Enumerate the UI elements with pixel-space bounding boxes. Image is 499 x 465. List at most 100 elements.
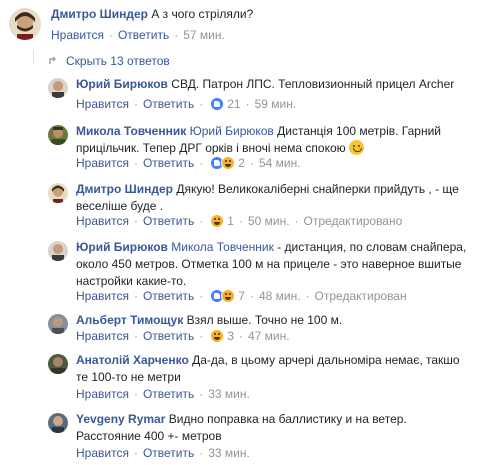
reply-button[interactable]: Ответить bbox=[143, 329, 194, 343]
top-comment: Дмитро Шиндер А з чого стріляли? Нравитс… bbox=[0, 6, 499, 50]
separator: · bbox=[133, 446, 138, 460]
comment-message: А з чого стріляли? bbox=[151, 7, 254, 21]
comment-message: Дистанція 100 метрів. Гарний bbox=[277, 124, 441, 138]
like-button[interactable]: Нравится bbox=[76, 387, 129, 401]
comment-author[interactable]: Юрий Бирюков bbox=[76, 77, 168, 91]
like-button[interactable]: Нравится bbox=[76, 97, 129, 111]
comment-line: Анатолій Харченко Да-да, в цьому арчері … bbox=[76, 352, 460, 369]
like-button[interactable]: Нравится bbox=[76, 446, 129, 460]
edited-label[interactable]: Отредактировано bbox=[304, 214, 403, 228]
comment-author[interactable]: Микола Товченник bbox=[76, 124, 186, 138]
comment-author[interactable]: Yevgeny Rymar bbox=[76, 412, 165, 426]
avatar[interactable] bbox=[48, 241, 68, 261]
comment-message: - дистанция, по словам снайпера, bbox=[277, 240, 467, 254]
like-button[interactable]: Нравится bbox=[51, 28, 104, 42]
comment-line: Дмитро Шиндер Дякую! Великокаліберні сна… bbox=[76, 181, 459, 198]
reactions-summary[interactable]: 2 bbox=[210, 156, 245, 170]
comment-author[interactable]: Дмитро Шиндер bbox=[76, 182, 173, 196]
collapse-arrow-icon bbox=[49, 56, 56, 64]
haha-reaction-icon bbox=[221, 156, 236, 170]
separator: · bbox=[294, 214, 299, 228]
comment-actions: Нравится · Ответить · 21 · 59 мин. bbox=[76, 96, 296, 112]
hide-replies-toggle[interactable]: Скрыть 13 ответов bbox=[48, 54, 170, 68]
separator: · bbox=[238, 329, 243, 343]
comment-author[interactable]: Анатолій Харченко bbox=[76, 353, 189, 367]
edited-label[interactable]: Отредактирован bbox=[315, 289, 407, 303]
comment-line: Расстояние 400 +- метров bbox=[76, 428, 407, 445]
avatar-image bbox=[48, 78, 68, 98]
reactions-summary[interactable]: 1 bbox=[210, 214, 234, 228]
comment-message: веселіше буде . bbox=[76, 199, 164, 213]
reply-button[interactable]: Ответить bbox=[118, 28, 169, 42]
comment-line: около 450 метров. Отметка 100 м на прице… bbox=[76, 256, 466, 273]
reactions-summary[interactable]: 3 bbox=[210, 329, 234, 343]
comment-message: Дякую! Великокаліберні снайперки прийдут… bbox=[176, 182, 459, 196]
reply-button[interactable]: Ответить bbox=[143, 387, 194, 401]
separator: · bbox=[305, 289, 310, 303]
comment-line: Микола Товченник Юрий Бирюков Дистанція … bbox=[76, 123, 441, 140]
reactions-summary[interactable]: 21 bbox=[210, 97, 241, 111]
reply-button[interactable]: Ответить bbox=[143, 214, 194, 228]
separator: · bbox=[199, 329, 204, 343]
avatar[interactable] bbox=[48, 354, 68, 374]
comment-text: Анатолій Харченко Да-да, в цьому арчері … bbox=[76, 352, 460, 386]
avatar-image bbox=[48, 241, 68, 261]
reply-button[interactable]: Ответить bbox=[143, 156, 194, 170]
avatar[interactable] bbox=[48, 125, 68, 145]
comment-time[interactable]: 48 мин. bbox=[259, 289, 301, 303]
mention-link[interactable]: Микола Товченник bbox=[171, 240, 274, 254]
separator: · bbox=[238, 214, 243, 228]
avatar[interactable] bbox=[48, 314, 68, 334]
mention-link[interactable]: Юрий Бирюков bbox=[190, 124, 274, 138]
comment-message: Видно поправка на баллистику и на ветер. bbox=[168, 412, 407, 426]
like-button[interactable]: Нравится bbox=[76, 329, 129, 343]
like-reaction-icon bbox=[210, 97, 225, 111]
reply-button[interactable]: Ответить bbox=[143, 97, 194, 111]
comment-author[interactable]: Альберт Тимощук bbox=[76, 313, 183, 327]
comment-text: Альберт Тимощук Взял выше. Точно не 100 … bbox=[76, 312, 342, 329]
hide-replies-label[interactable]: Скрыть 13 ответов bbox=[66, 54, 170, 68]
avatar[interactable] bbox=[48, 183, 68, 203]
comment-time[interactable]: 47 мин. bbox=[248, 329, 290, 343]
comment-time[interactable]: 57 мин. bbox=[183, 28, 225, 42]
comment-message: Да-да, в цьому арчері дальноміра немає, … bbox=[192, 353, 460, 367]
avatar[interactable] bbox=[9, 8, 41, 40]
separator: · bbox=[174, 28, 179, 42]
haha-reaction-icon bbox=[210, 214, 225, 228]
comment-time[interactable]: 33 мин. bbox=[208, 387, 250, 401]
comment-actions: Нравится · Ответить · 33 мин. bbox=[76, 386, 250, 402]
avatar-image bbox=[48, 354, 68, 374]
like-button[interactable]: Нравится bbox=[76, 214, 129, 228]
avatar[interactable] bbox=[48, 78, 68, 98]
comment-message: СВД. Патрон ЛПС. Тепловизионный прицел A… bbox=[171, 77, 455, 91]
reply-button[interactable]: Ответить bbox=[143, 289, 194, 303]
reactions-summary[interactable]: 7 bbox=[210, 289, 245, 303]
like-button[interactable]: Нравится bbox=[76, 156, 129, 170]
reply-comment: Yevgeny Rymar Видно поправка на баллисти… bbox=[0, 411, 499, 463]
like-button[interactable]: Нравится bbox=[76, 289, 129, 303]
haha-reaction-icon bbox=[210, 329, 225, 343]
reply-button[interactable]: Ответить bbox=[143, 446, 194, 460]
comment-text: Дмитро Шиндер А з чого стріляли? bbox=[51, 6, 253, 23]
comment-author[interactable]: Юрий Бирюков bbox=[76, 240, 168, 254]
comment-time[interactable]: 33 мин. bbox=[208, 446, 250, 460]
comment-time[interactable]: 50 мин. bbox=[248, 214, 290, 228]
separator: · bbox=[133, 97, 138, 111]
comment-message: настройки какие-то. bbox=[76, 274, 187, 288]
separator: · bbox=[108, 28, 113, 42]
thread-connector bbox=[33, 50, 34, 64]
avatar[interactable] bbox=[48, 413, 68, 433]
reply-comment: Дмитро Шиндер Дякую! Великокаліберні сна… bbox=[0, 181, 499, 231]
comment-author[interactable]: Дмитро Шиндер bbox=[51, 7, 148, 21]
comment-message: Взял выше. Точно не 100 м. bbox=[186, 313, 343, 327]
separator: · bbox=[249, 156, 254, 170]
separator: · bbox=[199, 387, 204, 401]
comment-actions: Нравится · Ответить · 3 · 47 мин. bbox=[76, 328, 290, 344]
comment-time[interactable]: 59 мин. bbox=[255, 97, 297, 111]
separator: · bbox=[199, 156, 204, 170]
reply-comment: Анатолій Харченко Да-да, в цьому арчері … bbox=[0, 352, 499, 402]
comment-time[interactable]: 54 мин. bbox=[259, 156, 301, 170]
separator: · bbox=[249, 289, 254, 303]
reply-comment: Микола Товченник Юрий Бирюков Дистанція … bbox=[0, 123, 499, 173]
comment-text: Юрий Бирюков Микола Товченник - дистанци… bbox=[76, 239, 466, 290]
